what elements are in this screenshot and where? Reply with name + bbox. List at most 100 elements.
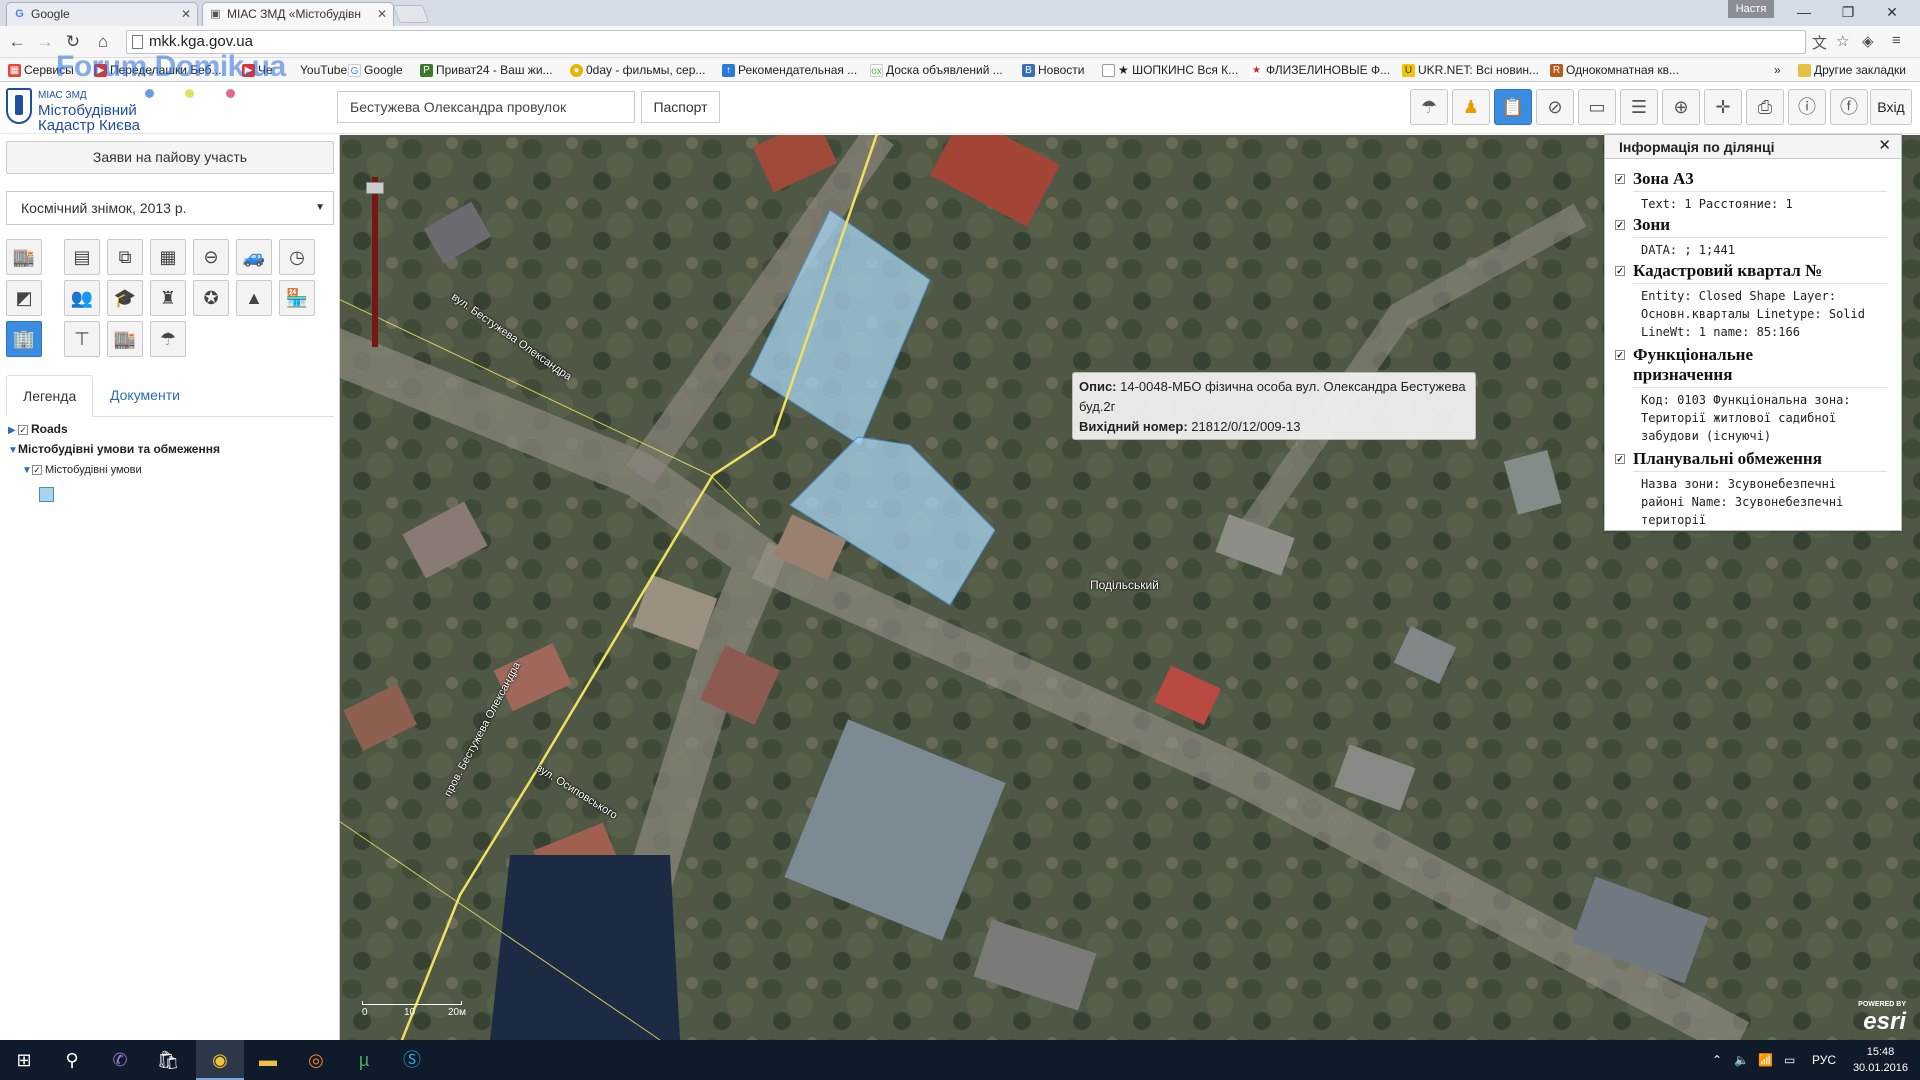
chevron-down-icon[interactable]: ▼ <box>22 465 32 476</box>
search-icon[interactable]: ⚲ <box>48 1040 96 1080</box>
facebook-icon[interactable]: ⓕ <box>1830 89 1868 125</box>
restore-button[interactable]: ❐ <box>1826 0 1870 24</box>
billboard-icon[interactable]: ⊤ <box>64 321 100 357</box>
chevron-down-icon[interactable]: ▼ <box>8 445 18 456</box>
language-indicator[interactable]: РУС <box>1812 1040 1836 1080</box>
checkbox-checked[interactable]: ✓ <box>1615 454 1625 464</box>
utorrent-icon[interactable]: µ <box>340 1040 388 1080</box>
person-icon[interactable]: ♟ <box>1452 89 1490 125</box>
legend-roads[interactable]: ▶ ✓ Roads <box>8 422 68 436</box>
parasol-icon[interactable]: ☂ <box>1410 89 1448 125</box>
people-icon[interactable]: 👥 <box>64 280 100 316</box>
volume-icon[interactable]: 🔈 <box>1734 1040 1749 1080</box>
folder-icon[interactable]: ▬ <box>244 1040 292 1080</box>
basemap-select[interactable]: Космічний знімок, 2013 р. ▼ <box>6 191 334 225</box>
puzzle-icon[interactable]: ⧉ <box>107 239 143 275</box>
building-icon[interactable]: 🏢 <box>6 321 42 357</box>
info-icon[interactable]: ⓘ <box>1788 89 1826 125</box>
chevron-up-icon[interactable]: ⌃ <box>1712 1040 1722 1080</box>
monument-icon[interactable]: ♜ <box>150 280 186 316</box>
store-icon[interactable]: 🛍 <box>144 1040 192 1080</box>
checkbox-checked[interactable]: ✓ <box>1615 350 1625 360</box>
search-input[interactable]: Бестужева Олександра провулок <box>337 91 635 123</box>
zoom-slider-knob[interactable] <box>366 182 384 194</box>
tab-google[interactable]: G Google ✕ <box>6 2 198 26</box>
legend-group[interactable]: ▼Містобудівні умови та обмеження <box>8 442 220 456</box>
back-arrow-icon[interactable]: ← <box>6 31 28 53</box>
close-icon[interactable]: ✕ <box>1878 136 1891 154</box>
minimize-button[interactable]: — <box>1782 0 1826 24</box>
star-icon[interactable]: ☆ <box>1836 32 1849 50</box>
clock[interactable]: 15:48 30.01.2016 <box>1853 1044 1908 1076</box>
close-icon[interactable]: ✕ <box>181 3 191 25</box>
bookmarks-overflow-icon[interactable]: » <box>1774 58 1781 81</box>
bookmark-item[interactable]: ★ ШОПКИНС Вся К... <box>1100 58 1238 81</box>
map-icon[interactable]: ◩ <box>6 280 42 316</box>
bookmark-item[interactable]: ★ ФЛИЗЕЛИНОВЫЕ Ф... <box>1248 58 1390 81</box>
store-icon[interactable]: 🏬 <box>6 239 42 275</box>
bookmark-item[interactable]: ● 0day - фильмы, сер... <box>568 58 705 81</box>
tent-icon[interactable]: ▲ <box>236 280 272 316</box>
zoom-slider[interactable] <box>366 177 384 347</box>
bookmark-item[interactable]: YouTube <box>282 58 347 81</box>
window-close-button[interactable]: ✕ <box>1870 0 1914 24</box>
new-tab-button[interactable] <box>392 5 430 23</box>
notifications-icon[interactable]: ▭ <box>1784 1040 1795 1080</box>
shield-icon[interactable]: ◈ <box>1862 32 1874 50</box>
clock-icon[interactable]: ◷ <box>279 239 315 275</box>
url-input[interactable]: mkk.kga.gov.ua <box>126 30 1806 54</box>
bookmark-item[interactable]: ox Доска объявлений ... <box>868 58 1003 81</box>
chevron-right-icon[interactable]: ▶ <box>8 425 18 436</box>
graduation-icon[interactable]: 🎓 <box>107 280 143 316</box>
bookmark-item[interactable]: G Google <box>346 58 403 81</box>
login-button[interactable]: Вхід <box>1870 89 1912 125</box>
grid-icon[interactable]: ▦ <box>150 239 186 275</box>
ruler-icon[interactable]: ▭ <box>1578 89 1616 125</box>
passport-button[interactable]: Паспорт <box>641 91 720 123</box>
tab-mias[interactable]: ▣ МІАС ЗМД «Містобудівн ✕ <box>202 2 394 26</box>
compass-icon[interactable]: ⊘ <box>1536 89 1574 125</box>
viber-icon[interactable]: ✆ <box>96 1040 144 1080</box>
windows-start-icon[interactable]: ⊞ <box>0 1040 48 1080</box>
chrome-icon[interactable]: ◉ <box>196 1040 244 1080</box>
bookmark-item[interactable]: B Новости <box>1020 58 1084 81</box>
esri-logo[interactable]: POWERED BY esri <box>1858 999 1906 1034</box>
bookmark-item[interactable]: ↑ Рекомендательная ... <box>720 58 857 81</box>
kyiv-logo-icon[interactable] <box>6 88 32 124</box>
status-dot-blue[interactable] <box>145 89 154 98</box>
document-icon[interactable]: ▤ <box>64 239 100 275</box>
translate-icon[interactable]: 文 <box>1812 32 1827 53</box>
legend-sub[interactable]: ▼✓ Містобудівні умови <box>22 464 142 476</box>
tab-documents[interactable]: Документи <box>94 375 196 417</box>
app-logo-text[interactable]: МІАС ЗМД Містобудівний Кадастр Києва <box>38 88 140 133</box>
parasol-icon[interactable]: ☂ <box>150 321 186 357</box>
status-dot-yellow[interactable] <box>185 89 194 98</box>
checkbox-checked[interactable]: ✓ <box>18 424 28 435</box>
status-dot-pink[interactable] <box>226 89 235 98</box>
market-icon[interactable]: 🏬 <box>107 321 143 357</box>
apply-share-button[interactable]: Заяви на пайову участь <box>6 141 334 174</box>
clipboard-icon[interactable]: 📋 <box>1494 89 1532 125</box>
forward-arrow-icon[interactable]: → <box>34 31 56 53</box>
other-bookmarks[interactable]: Другие закладки <box>1796 58 1906 81</box>
bookmark-item[interactable]: U UKR.NET: Всі новин... <box>1400 58 1539 81</box>
profile-badge[interactable]: Настя <box>1728 0 1774 18</box>
checkbox-checked[interactable]: ✓ <box>1615 174 1625 184</box>
police-icon[interactable]: ✪ <box>193 280 229 316</box>
checkbox-checked[interactable]: ✓ <box>1615 220 1625 230</box>
car-icon[interactable]: 🚙 <box>236 239 272 275</box>
close-icon[interactable]: ✕ <box>377 3 387 25</box>
sign-icon[interactable]: ⊖ <box>193 239 229 275</box>
bookmark-item[interactable]: P Приват24 - Ваш жи... <box>418 58 553 81</box>
print-icon[interactable]: ⎙ <box>1746 89 1784 125</box>
shop-icon[interactable]: 🏪 <box>279 280 315 316</box>
extent-icon[interactable]: ✛ <box>1704 89 1742 125</box>
firefox-icon[interactable]: ◎ <box>292 1040 340 1080</box>
bookmark-item[interactable]: R Однокомнатная кв... <box>1548 58 1679 81</box>
skype-icon[interactable]: Ⓢ <box>388 1040 436 1080</box>
menu-icon[interactable]: ≡ <box>1892 32 1901 49</box>
checkbox-checked[interactable]: ✓ <box>1615 266 1625 276</box>
checkbox-checked[interactable]: ✓ <box>32 465 42 476</box>
layers-icon[interactable]: ☰ <box>1620 89 1658 125</box>
tab-legend[interactable]: Легенда <box>6 375 94 417</box>
